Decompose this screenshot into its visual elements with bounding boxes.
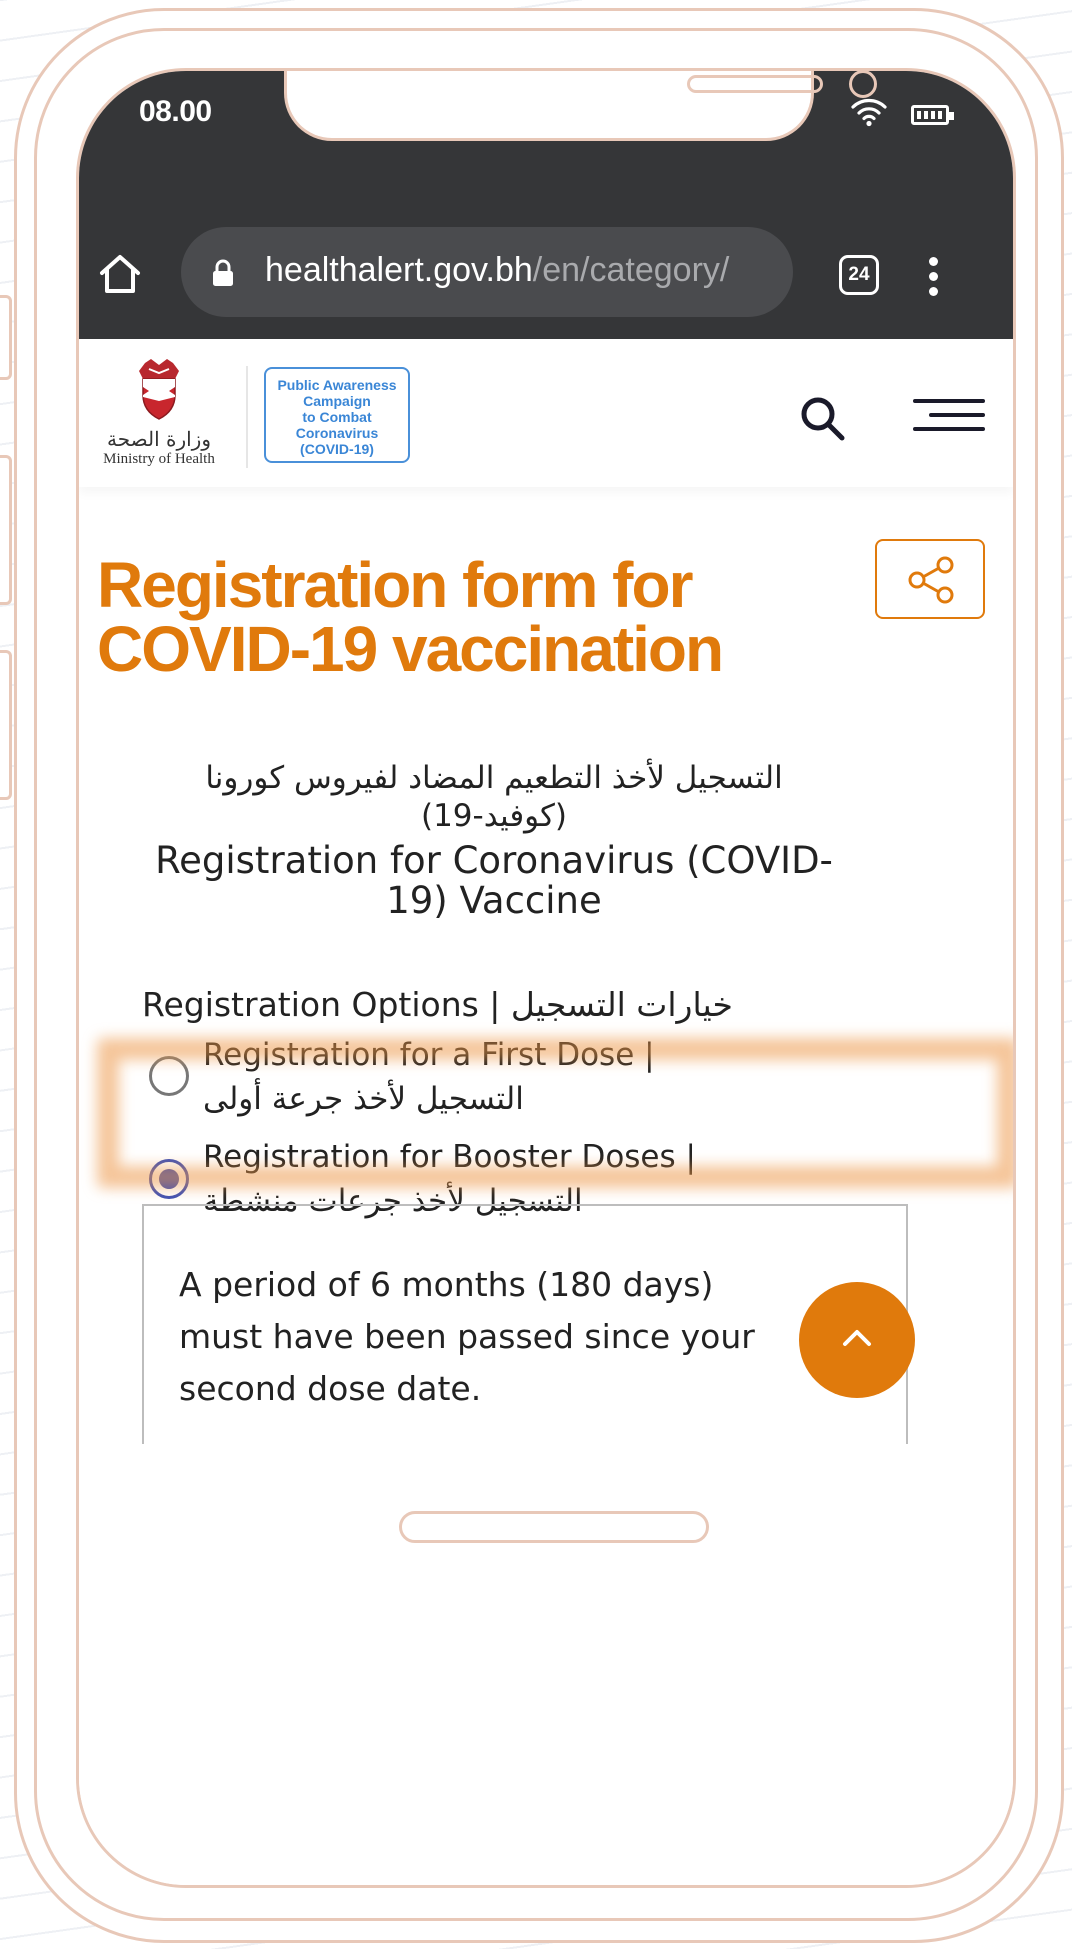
campaign-line: Coronavirus	[295, 425, 379, 441]
address-bar[interactable]: healthalert.gov.bh/en/category/	[181, 227, 793, 317]
side-button	[0, 295, 12, 380]
phone-notch	[284, 71, 877, 141]
lock-icon	[211, 259, 235, 291]
ministry-logo[interactable]: وزارة الصحة Ministry of Health	[95, 357, 223, 468]
search-icon[interactable]	[799, 395, 847, 447]
camera	[849, 71, 877, 98]
side-button	[0, 650, 12, 800]
page-title-line: COVID-19 vaccination	[97, 613, 724, 685]
selection-highlight	[97, 1038, 1013, 1188]
campaign-logo[interactable]: Public Awareness Campaign to Combat Coro…	[264, 367, 410, 463]
ministry-name-ar: وزارة الصحة	[107, 427, 211, 451]
tab-switcher-button[interactable]: 24	[839, 255, 879, 295]
share-button[interactable]	[875, 539, 985, 619]
form-title-ar: التسجيل لأخذ التطعيم المضاد لفيروس كورون…	[205, 760, 783, 834]
more-options-icon[interactable]	[929, 257, 939, 302]
crest-icon	[139, 359, 179, 420]
page-title-line: Registration form for	[97, 549, 693, 621]
form-title-en: Registration for Coronavirus (COVID-19) …	[155, 839, 833, 922]
home-icon[interactable]	[97, 251, 143, 301]
info-text: A period of 6 months (180 days) must hav…	[179, 1265, 755, 1408]
side-button	[0, 455, 12, 605]
chevron-up-icon	[843, 1330, 871, 1346]
hamburger-menu-icon[interactable]	[913, 399, 985, 441]
campaign-line: Public Awareness	[277, 377, 397, 393]
scroll-to-top-button[interactable]	[799, 1282, 915, 1398]
share-icon	[908, 556, 954, 604]
battery-icon	[911, 105, 954, 125]
speaker	[687, 75, 823, 93]
campaign-line: Campaign	[303, 393, 371, 409]
page-title: Registration form for COVID-19 vaccinati…	[97, 549, 724, 685]
url-text: healthalert.gov.bh/en/category/	[265, 251, 729, 290]
campaign-line: (COVID-19)	[300, 441, 374, 457]
home-indicator[interactable]	[399, 1511, 709, 1543]
registration-options-label: Registration Options | خيارات التسجيل	[142, 985, 733, 1024]
url-host: healthalert.gov.bh	[265, 251, 533, 289]
browser-top-bar: 08.00 healthalert.gov.bh/en/category/ 24	[79, 71, 1013, 339]
status-time: 08.00	[139, 95, 212, 128]
url-path: /en/category/	[532, 251, 730, 289]
campaign-line: to Combat	[302, 409, 372, 425]
ministry-name-en: Ministry of Health	[103, 451, 215, 467]
logo-divider	[246, 366, 248, 468]
wifi-icon	[849, 95, 889, 131]
phone-screen: 08.00 healthalert.gov.bh/en/category/ 24…	[76, 68, 1016, 1888]
